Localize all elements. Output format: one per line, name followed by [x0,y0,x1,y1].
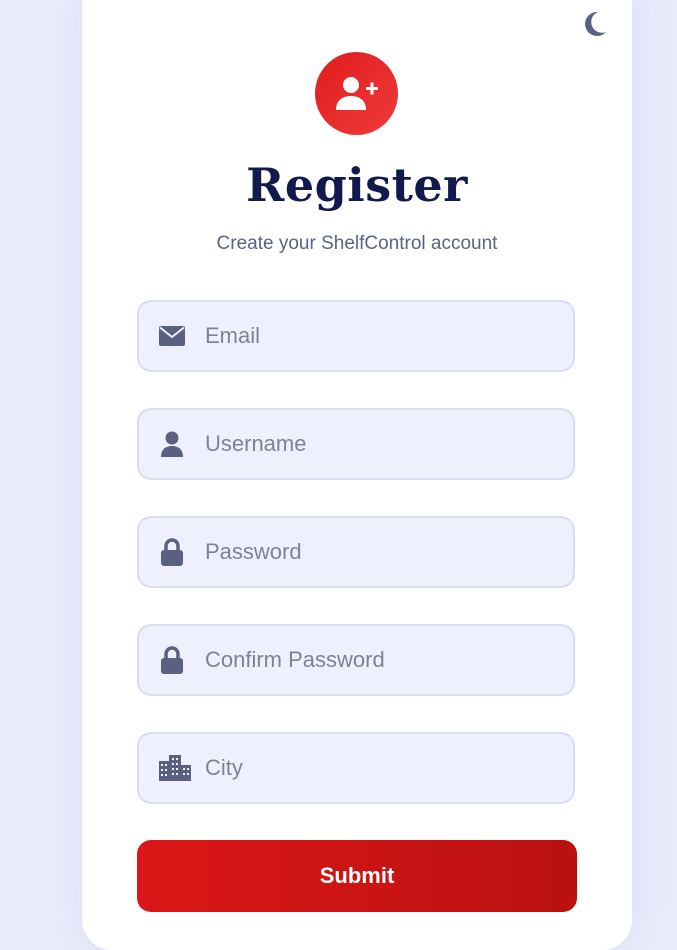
city-field [137,732,575,804]
page-subtitle: Create your ShelfControl account [216,233,498,254]
lock-icon [159,646,185,674]
city-icon [159,755,191,781]
username-input[interactable] [205,410,555,478]
city-input[interactable] [205,734,555,802]
page-title: Register [246,158,468,212]
submit-button[interactable]: Submit [137,840,577,912]
confirm-password-field [137,624,575,696]
username-field [137,408,575,480]
password-field [137,516,575,588]
confirm-password-input[interactable] [205,626,555,694]
envelope-icon [159,323,185,349]
user-plus-icon [335,76,378,110]
user-icon [159,431,185,457]
theme-toggle-button[interactable] [582,10,608,38]
register-badge [315,52,398,135]
email-field [137,300,575,372]
lock-icon [159,538,185,566]
moon-icon [585,11,606,36]
email-input[interactable] [205,302,555,370]
password-input[interactable] [205,518,555,586]
